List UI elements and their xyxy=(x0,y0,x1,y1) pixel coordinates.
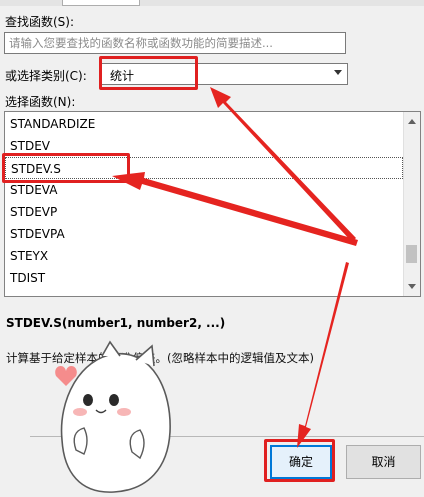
function-list-label: 选择函数(N): xyxy=(5,95,76,109)
category-label: 或选择类别(C): xyxy=(5,69,87,83)
cartoon-cat-sticker xyxy=(55,340,171,493)
list-item[interactable]: STANDARDIZE xyxy=(5,113,403,135)
function-listbox[interactable]: STANDARDIZE STDEV STDEV.S STDEVA STDEVP … xyxy=(4,111,421,297)
annotation-box-stdev-s xyxy=(2,153,130,183)
list-item[interactable]: TDIST xyxy=(5,267,403,289)
search-label: 查找函数(S): xyxy=(5,15,75,29)
cancel-button[interactable]: 取消 xyxy=(346,445,421,479)
dialog-tab[interactable] xyxy=(62,0,140,6)
search-input[interactable]: 请输入您要查找的函数名称或函数功能的简要描述... xyxy=(4,32,346,54)
scroll-up-icon[interactable] xyxy=(408,119,416,124)
list-item[interactable]: STDEVPA xyxy=(5,223,403,245)
scroll-thumb[interactable] xyxy=(406,245,417,263)
function-signature: STDEV.S(number1, number2, ...) xyxy=(6,316,226,330)
scroll-down-icon[interactable] xyxy=(408,284,416,289)
list-item[interactable]: STDEVP xyxy=(5,201,403,223)
annotation-box-ok xyxy=(264,439,335,482)
chevron-down-icon[interactable] xyxy=(334,70,342,75)
vertical-scrollbar[interactable] xyxy=(403,112,420,296)
annotation-box-category xyxy=(99,56,198,90)
list-item[interactable]: STEYX xyxy=(5,245,403,267)
